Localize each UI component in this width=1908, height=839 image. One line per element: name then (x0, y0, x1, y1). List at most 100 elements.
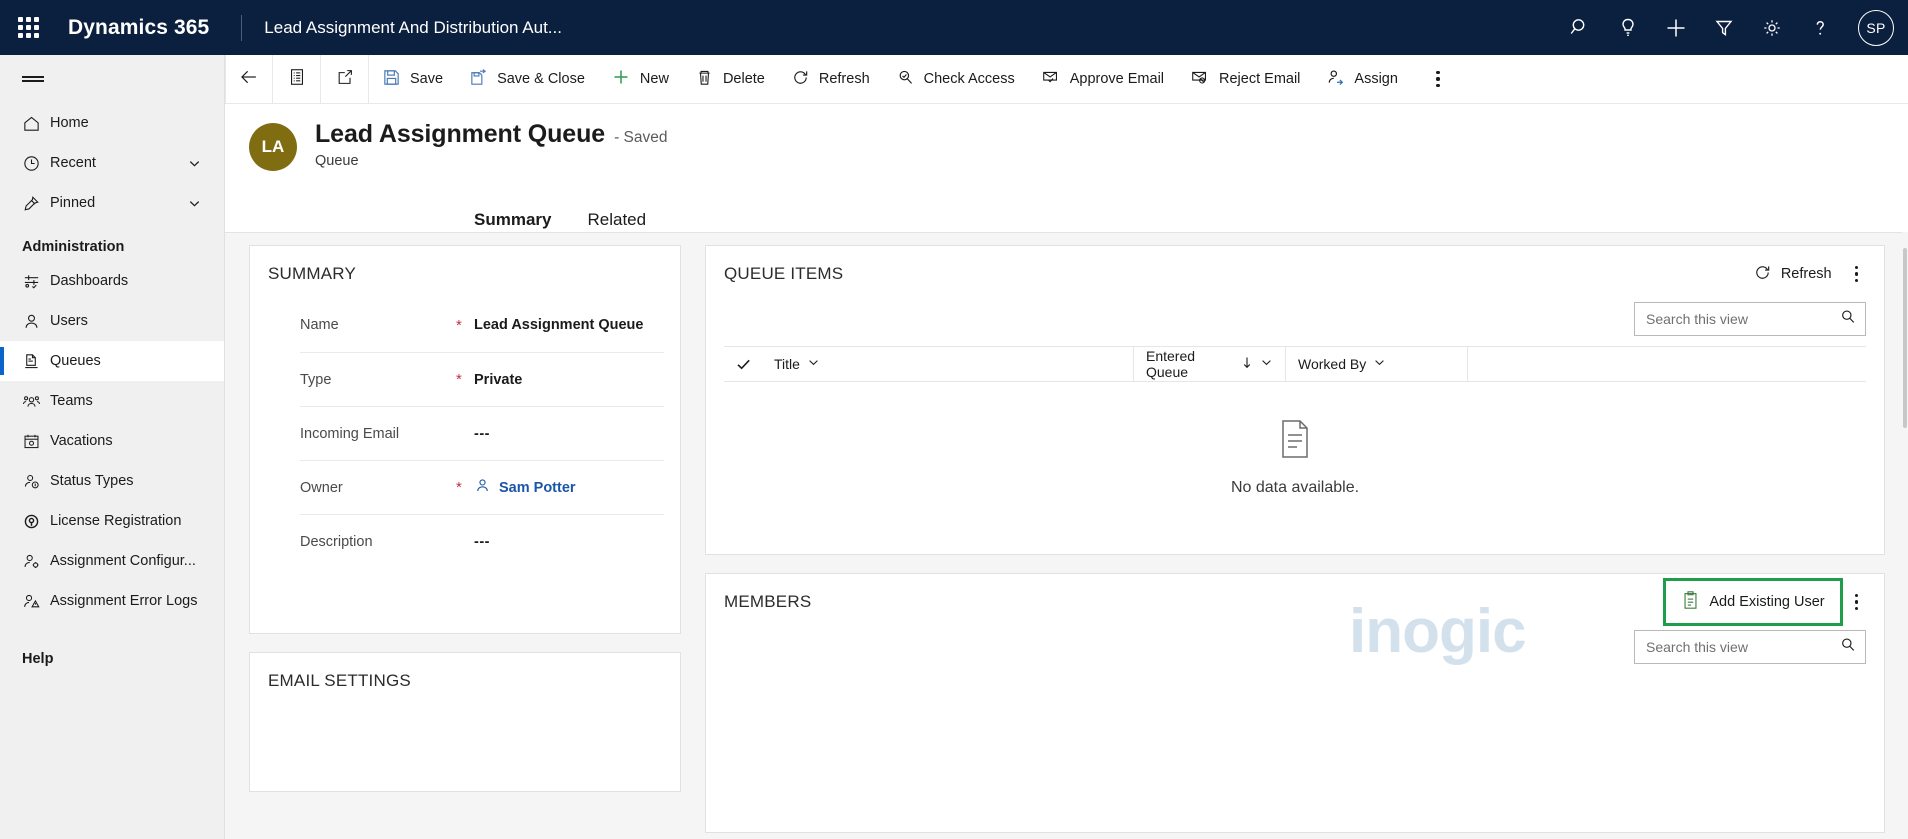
brand-title[interactable]: Dynamics 365 (56, 16, 209, 40)
back-button[interactable] (225, 55, 273, 103)
command-label: Check Access (923, 71, 1015, 87)
app-launcher-button[interactable] (0, 0, 56, 55)
sidebar-collapse-button[interactable] (0, 55, 224, 103)
queue-items-overflow-button[interactable] (1847, 260, 1866, 288)
command-bar-overflow-button[interactable] (1417, 55, 1459, 103)
column-header-entered-queue[interactable]: Entered Queue (1134, 346, 1286, 382)
team-icon (22, 392, 50, 411)
user-icon (22, 312, 50, 331)
delete-button[interactable]: Delete (682, 55, 778, 103)
add-existing-user-highlight: Add Existing User (1663, 578, 1843, 626)
sidebar-item-users[interactable]: Users (0, 301, 224, 341)
field-label: Description (300, 533, 373, 550)
field-name[interactable]: Name * Lead Assignment Queue (300, 298, 664, 352)
top-navigation-bar: Dynamics 365 Lead Assignment And Distrib… (0, 0, 1908, 55)
sidebar-group-administration: Administration (22, 239, 125, 255)
search-icon[interactable] (1839, 308, 1857, 331)
column-header-title[interactable]: Title (762, 346, 1134, 382)
select-all-checkbox[interactable] (724, 356, 762, 373)
command-label: Refresh (818, 71, 870, 87)
refresh-label: Refresh (1780, 266, 1832, 282)
page-scrollbar-thumb[interactable] (1903, 248, 1907, 428)
sidebar-item-vacations[interactable]: Vacations (0, 421, 224, 461)
more-vertical-icon (1436, 70, 1440, 88)
sidebar-item-recent[interactable]: Recent (0, 143, 224, 183)
members-header: MEMBERS Add Existing User (706, 574, 1884, 630)
sidebar-item-license-registration[interactable]: License Registration (0, 501, 224, 541)
add-existing-user-label: Add Existing User (1709, 594, 1825, 610)
queue-items-refresh-button[interactable]: Refresh (1742, 256, 1843, 293)
field-type[interactable]: Type * Private (300, 352, 664, 406)
sort-ascending-icon (1241, 356, 1253, 372)
sidebar-item-pinned[interactable]: Pinned (0, 183, 224, 223)
members-section: MEMBERS Add Existing User (705, 573, 1885, 833)
command-label: Assign (1354, 71, 1398, 87)
column-header-worked-by[interactable]: Worked By (1286, 346, 1468, 382)
assign-user-icon (1326, 68, 1345, 91)
field-label: Type (300, 371, 332, 388)
help-icon[interactable] (1796, 0, 1844, 55)
form-selector-button[interactable] (273, 55, 321, 103)
members-overflow-button[interactable] (1847, 588, 1866, 616)
chevron-down-icon (807, 356, 820, 372)
sidebar-item-queues[interactable]: Queues (0, 341, 224, 381)
column-label: Title (774, 356, 800, 372)
queue-items-search-box[interactable] (1634, 302, 1866, 336)
save-and-close-button[interactable]: Save & Close (456, 55, 598, 103)
sidebar-item-assignment-error-logs[interactable]: Assignment Error Logs (0, 581, 224, 621)
chevron-down-icon[interactable] (187, 196, 202, 211)
app-name-label[interactable]: Lead Assignment And Distribution Aut... (264, 18, 562, 38)
sidebar-item-status-types[interactable]: Status Types (0, 461, 224, 501)
search-input[interactable] (1646, 639, 1839, 655)
lightbulb-icon[interactable] (1604, 0, 1652, 55)
empty-state-message: No data available. (1230, 478, 1360, 496)
refresh-icon (791, 68, 810, 91)
record-header: LA Lead Assignment Queue - Saved Queue S… (225, 104, 1908, 239)
add-existing-user-button[interactable]: Add Existing User (1670, 583, 1835, 621)
new-button[interactable]: New (598, 55, 682, 103)
search-icon[interactable] (1556, 0, 1604, 55)
search-icon[interactable] (1839, 636, 1857, 659)
reject-email-button[interactable]: Reject Email (1177, 55, 1313, 103)
sidebar-item-assignment-configuration[interactable]: Assignment Configur... (0, 541, 224, 581)
sidebar-label: Teams (50, 393, 93, 409)
field-incoming-email[interactable]: Incoming Email --- (300, 406, 664, 460)
members-search-box[interactable] (1634, 630, 1866, 664)
record-avatar: LA (249, 123, 297, 171)
save-close-icon (469, 68, 488, 91)
add-existing-record-icon (1681, 590, 1700, 614)
approve-email-button[interactable]: Approve Email (1028, 55, 1177, 103)
chevron-down-icon (1260, 356, 1273, 372)
save-button[interactable]: Save (369, 55, 456, 103)
command-label: Approve Email (1069, 71, 1165, 87)
email-settings-section: EMAIL SETTINGS (249, 652, 681, 792)
home-icon (22, 114, 50, 133)
sidebar-item-dashboards[interactable]: Dashboards (0, 261, 224, 301)
field-description[interactable]: Description --- (300, 514, 664, 568)
chevron-down-icon (1373, 356, 1386, 372)
open-in-new-window-button[interactable] (321, 55, 369, 103)
filter-icon[interactable] (1700, 0, 1748, 55)
assign-button[interactable]: Assign (1313, 55, 1411, 103)
gear-icon[interactable] (1748, 0, 1796, 55)
user-avatar[interactable]: SP (1858, 9, 1894, 46)
email-settings-title: EMAIL SETTINGS (268, 671, 411, 690)
sidebar-item-home[interactable]: Home (0, 103, 224, 143)
sidebar-item-teams[interactable]: Teams (0, 381, 224, 421)
check-access-button[interactable]: Check Access (883, 55, 1028, 103)
refresh-icon (1753, 263, 1772, 286)
top-nav-actions: SP (1556, 0, 1908, 55)
queue-items-search-row (706, 302, 1884, 346)
members-actions: Add Existing User (1663, 578, 1866, 626)
plus-icon[interactable] (1652, 0, 1700, 55)
refresh-button[interactable]: Refresh (778, 55, 883, 103)
field-value-lookup[interactable]: Sam Potter (474, 477, 576, 498)
search-input[interactable] (1646, 311, 1839, 327)
queue-icon (22, 352, 50, 371)
command-label: Delete (722, 71, 765, 87)
chevron-down-icon[interactable] (187, 156, 202, 171)
field-owner[interactable]: Owner * Sam Potter (300, 460, 664, 514)
sidebar-label: Users (50, 313, 88, 329)
sidebar-group-help[interactable]: Help (0, 635, 224, 673)
